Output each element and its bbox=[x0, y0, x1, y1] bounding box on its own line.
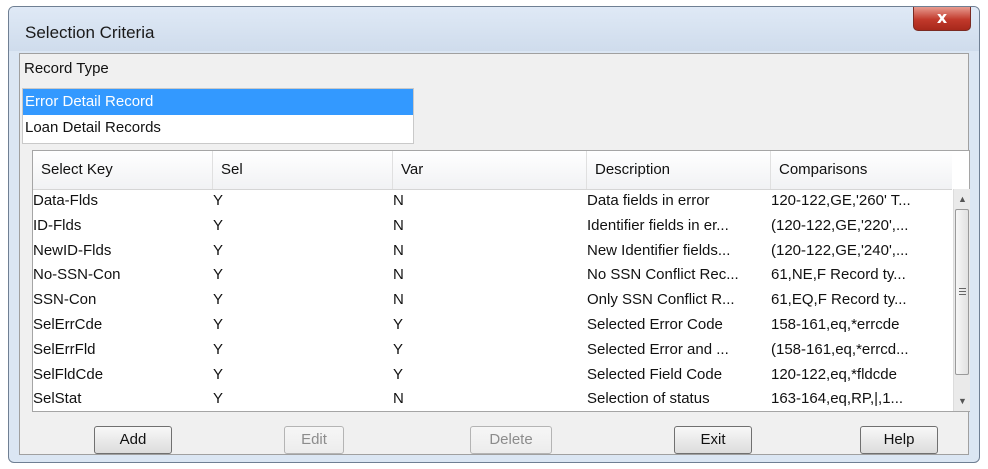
cell-sel: Y bbox=[213, 216, 224, 234]
cell-select-key: No-SSN-Con bbox=[33, 266, 121, 284]
scroll-grip-line bbox=[959, 291, 966, 292]
cell-description: Selection of status bbox=[587, 390, 710, 408]
scroll-thumb[interactable] bbox=[955, 209, 969, 375]
cell-description: Selected Error and ... bbox=[587, 340, 729, 358]
cell-sel: Y bbox=[213, 315, 224, 333]
cell-select-key: ID-Flds bbox=[33, 216, 82, 234]
column-header-description[interactable]: Description bbox=[587, 151, 771, 189]
cell-comparisons: 163-164,eq,RP,|,1... bbox=[771, 390, 904, 408]
cell-var: Y bbox=[393, 315, 404, 333]
column-header-comparisons[interactable]: Comparisons bbox=[771, 151, 952, 189]
cell-select-key: SelStat bbox=[33, 390, 82, 408]
close-button[interactable]: x bbox=[913, 7, 971, 31]
cell-select-key: SelFldCde bbox=[33, 365, 104, 383]
cell-var: N bbox=[393, 241, 404, 259]
table-row[interactable]: No-SSN-Con Y N No SSN Conflict Rec... 61,NE,… bbox=[33, 263, 951, 288]
record-type-list[interactable]: Error Detail Record Loan Detail Records bbox=[22, 88, 414, 144]
cell-var: Y bbox=[393, 340, 404, 358]
scroll-down-arrow-icon[interactable]: ▼ bbox=[954, 393, 971, 409]
cell-description: Identifier fields in er... bbox=[587, 216, 729, 234]
cell-var: N bbox=[393, 192, 404, 209]
scroll-grip-line bbox=[959, 294, 966, 295]
cell-sel: Y bbox=[213, 241, 224, 259]
cell-description: Only SSN Conflict R... bbox=[587, 291, 735, 309]
cell-description: Selected Error Code bbox=[587, 315, 723, 333]
table-row[interactable]: ID-Flds Y N Identifier fields in er... (120-… bbox=[33, 214, 951, 239]
cell-var: Y bbox=[393, 365, 404, 383]
cell-sel: Y bbox=[213, 291, 224, 309]
cell-comparisons: 61,EQ,F Record ty... bbox=[771, 291, 907, 309]
cell-sel: Y bbox=[213, 390, 224, 408]
record-type-item-error-detail[interactable]: Error Detail Record bbox=[23, 89, 413, 115]
table-row[interactable]: NewID-Flds Y N New Identifier fields... (120… bbox=[33, 239, 951, 264]
cell-description: Data fields in error bbox=[587, 192, 710, 209]
selection-keys-grid[interactable]: Select Key Sel Var Description Compariso… bbox=[32, 150, 970, 412]
cell-var: N bbox=[393, 266, 404, 284]
table-row[interactable]: SelErrCde Y Y Selected Error Code 158-161,eq… bbox=[33, 313, 951, 338]
cell-comparisons: 158-161,eq,*errcde bbox=[771, 315, 900, 333]
cell-select-key: SelErrCde bbox=[33, 315, 103, 333]
column-header-var[interactable]: Var bbox=[393, 151, 587, 189]
scroll-grip-line bbox=[959, 288, 966, 289]
help-button[interactable]: Help bbox=[860, 426, 938, 454]
table-row[interactable]: SelFldCde Y Y Selected Field Code 120-122,eq… bbox=[33, 363, 951, 388]
table-row[interactable]: SSN-Con Y N Only SSN Conflict R... 61,EQ,F R… bbox=[33, 288, 951, 313]
column-header-select-key[interactable]: Select Key bbox=[33, 151, 213, 189]
delete-button[interactable]: Delete bbox=[470, 426, 552, 454]
table-row[interactable]: SelErrFld Y Y Selected Error and ... (158-16… bbox=[33, 338, 951, 363]
selection-criteria-window: Selection Criteria x Record Type Error D… bbox=[8, 6, 980, 463]
cell-description: No SSN Conflict Rec... bbox=[587, 266, 739, 284]
vertical-scrollbar[interactable]: ▲ ▼ bbox=[953, 189, 970, 411]
cell-comparisons: 120-122,eq,*fldcde bbox=[771, 365, 897, 383]
cell-sel: Y bbox=[213, 340, 224, 358]
table-row[interactable]: SelStat Y N Selection of status 163-164,eq,R… bbox=[33, 387, 951, 412]
cell-sel: Y bbox=[213, 192, 224, 209]
cell-var: N bbox=[393, 390, 404, 408]
cell-select-key: SSN-Con bbox=[33, 291, 97, 309]
edit-button[interactable]: Edit bbox=[284, 426, 344, 454]
table-row[interactable]: Data-Flds Y N Data fields in error 120-122,G… bbox=[33, 189, 951, 214]
cell-comparisons: 120-122,GE,'260' T... bbox=[771, 192, 911, 209]
record-type-item-loan-detail[interactable]: Loan Detail Records bbox=[23, 115, 413, 141]
cell-comparisons: (158-161,eq,*errcd... bbox=[771, 340, 909, 358]
title-bar[interactable]: Selection Criteria x bbox=[9, 7, 979, 51]
dialog-client-area: Record Type Error Detail Record Loan Det… bbox=[19, 53, 970, 455]
scroll-up-arrow-icon[interactable]: ▲ bbox=[954, 191, 971, 207]
cell-select-key: NewID-Flds bbox=[33, 241, 112, 259]
exit-button[interactable]: Exit bbox=[674, 426, 752, 454]
grid-header: Select Key Sel Var Description Compariso… bbox=[33, 151, 952, 190]
grid-body: Data-Flds Y N Data fields in error 120-122,G… bbox=[33, 189, 951, 412]
record-type-label: Record Type bbox=[24, 60, 109, 77]
cell-description: Selected Field Code bbox=[587, 365, 723, 383]
column-header-sel[interactable]: Sel bbox=[213, 151, 393, 189]
cell-var: N bbox=[393, 291, 404, 309]
cell-var: N bbox=[393, 216, 404, 234]
cell-comparisons: 61,NE,F Record ty... bbox=[771, 266, 906, 284]
cell-select-key: Data-Flds bbox=[33, 192, 99, 209]
cell-description: New Identifier fields... bbox=[587, 241, 731, 259]
window-title: Selection Criteria bbox=[25, 23, 155, 42]
close-icon: x bbox=[936, 8, 948, 27]
cell-sel: Y bbox=[213, 365, 224, 383]
cell-comparisons: (120-122,GE,'220',... bbox=[771, 216, 909, 234]
cell-comparisons: (120-122,GE,'240',... bbox=[771, 241, 909, 259]
cell-sel: Y bbox=[213, 266, 224, 284]
cell-select-key: SelErrFld bbox=[33, 340, 96, 358]
add-button[interactable]: Add bbox=[94, 426, 172, 454]
